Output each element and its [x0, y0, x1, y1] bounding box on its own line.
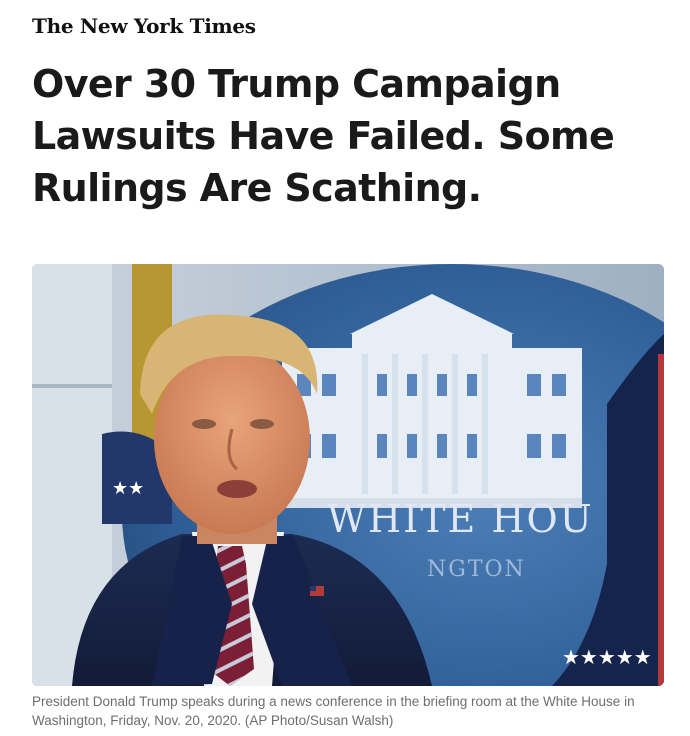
article-headline: Over 30 Trump Campaign Lawsuits Have Fai…: [32, 62, 615, 210]
svg-text:★★★★★: ★★★★★: [562, 645, 652, 669]
nyt-logo[interactable]: The New York Times: [32, 14, 256, 38]
wall-trim: [32, 384, 112, 388]
article-photo: WHITE HOU NGTON ★★ ★★★★★: [32, 264, 664, 686]
mouth: [217, 480, 257, 498]
left-eye: [192, 419, 216, 429]
photo-illustration: WHITE HOU NGTON ★★ ★★★★★: [32, 264, 664, 686]
svg-text:★★: ★★: [112, 478, 144, 499]
right-eye: [250, 419, 274, 429]
backdrop-text-line1: WHITE HOU: [327, 497, 594, 541]
photo-caption: President Donald Trump speaks during a n…: [32, 694, 635, 728]
backdrop-text-line2: NGTON: [427, 557, 526, 582]
